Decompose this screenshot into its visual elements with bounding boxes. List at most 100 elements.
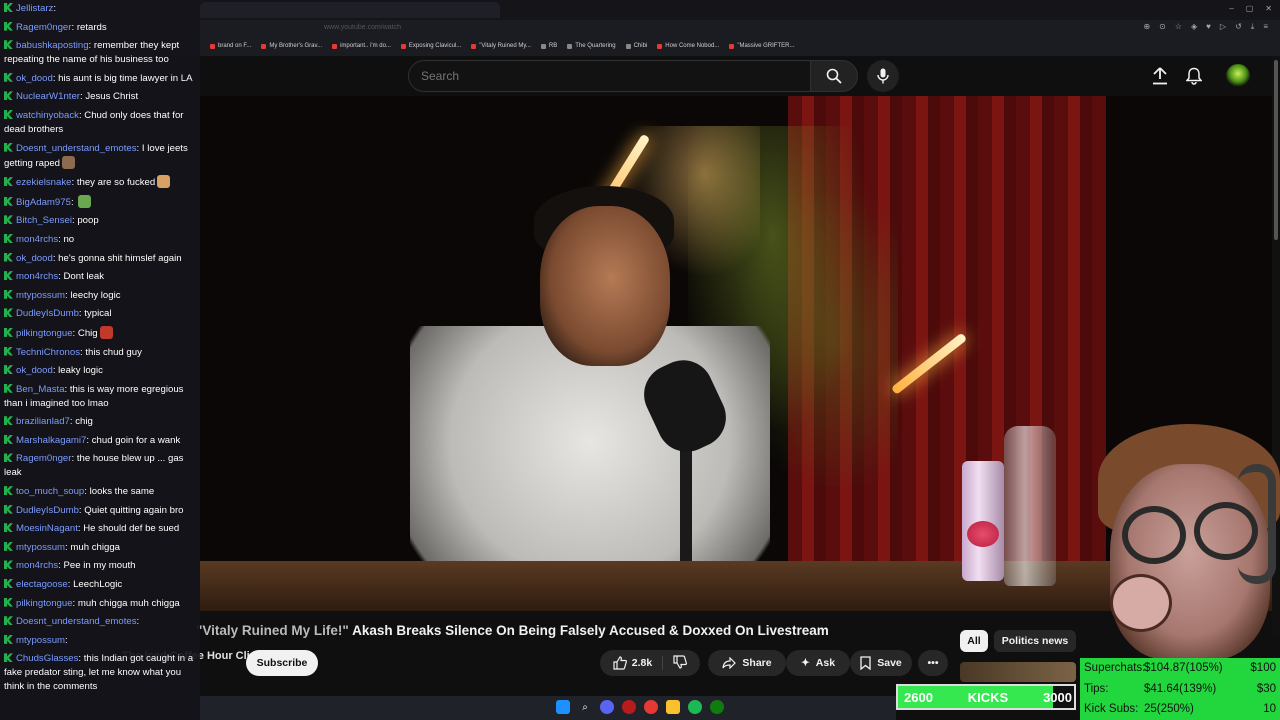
chat-message: ChudsGlasses: this Indian got caught in … (4, 652, 196, 694)
chat-username[interactable]: Ben_Masta (16, 384, 65, 395)
browser-icon[interactable] (644, 700, 658, 714)
chat-username[interactable]: electagoose (16, 579, 68, 590)
obs-icon[interactable] (622, 700, 636, 714)
voice-search-button[interactable] (867, 60, 899, 92)
chat-username[interactable]: pilkingtongue (16, 598, 73, 609)
spotify-icon[interactable] (688, 700, 702, 714)
subscribe-button[interactable]: Subscribe (246, 650, 318, 676)
zoom-icon[interactable]: ⊕ (1143, 22, 1150, 32)
xbox-icon[interactable] (710, 700, 724, 714)
chat-username[interactable]: mon4rchs (16, 234, 58, 245)
recommended-video-thumbnail[interactable] (960, 662, 1076, 682)
bookmark-item[interactable]: Exposing Clavicul... (391, 40, 461, 52)
chat-username[interactable]: mon4rchs (16, 560, 58, 571)
browser-tab[interactable] (200, 2, 500, 18)
bookmark-item[interactable]: "Massive GRIFTER... (719, 40, 794, 52)
windows-taskbar: ⌕ (200, 696, 896, 720)
bookmark-star-icon[interactable]: ☆ (1175, 22, 1182, 32)
chat-message: DudleyIsDumb: Quiet quitting again bro (4, 504, 196, 518)
chat-username[interactable]: NuclearW1nter (16, 91, 80, 102)
chat-username[interactable]: ok_dood (16, 365, 53, 376)
bookmark-item[interactable]: Chibi (616, 40, 647, 52)
save-button[interactable]: Save (850, 650, 912, 676)
sparkle-icon: ✦ (800, 657, 810, 669)
chat-username[interactable]: Ragem0nger (16, 22, 71, 33)
bookmark-item[interactable]: My Brother's Grav... (251, 40, 322, 52)
chat-text: Pee in my mouth (63, 560, 136, 572)
maximize-icon[interactable]: ▢ (1246, 4, 1254, 13)
create-button[interactable] (1148, 64, 1172, 88)
bookmark-item[interactable]: How Come Nobod... (647, 40, 719, 52)
chat-username[interactable]: babushkaposting (16, 40, 89, 51)
bookmark-item[interactable]: RB (531, 40, 557, 52)
address-bar[interactable]: www.youtube.com/watch (200, 20, 1280, 38)
extension-icon[interactable]: ⊙ (1159, 22, 1166, 32)
bookmark-item[interactable]: "Vitaly Ruined My... (461, 40, 531, 52)
kick-badge-icon (4, 523, 13, 533)
chat-username[interactable]: Doesnt_understand_emotes (16, 616, 137, 627)
chip-all[interactable]: All (960, 630, 988, 652)
chat-text: looks the same (89, 486, 155, 498)
search-input[interactable] (421, 69, 801, 83)
kick-badge-icon (4, 327, 13, 337)
chat-username[interactable]: Doesnt_understand_emotes (16, 143, 137, 154)
dislike-button[interactable] (669, 654, 688, 672)
chat-username[interactable]: ChudsGlasses (16, 653, 78, 664)
shield-icon[interactable]: ◈ (1191, 22, 1197, 32)
chat-username[interactable]: MoesinNagant (16, 523, 78, 534)
chat-message: mtypossum: leechy logic (4, 289, 196, 303)
scrollbar-thumb[interactable] (1274, 60, 1278, 240)
menu-icon[interactable]: ≡ (1263, 22, 1268, 32)
notifications-button[interactable] (1182, 64, 1206, 88)
minimize-icon[interactable]: – (1229, 4, 1233, 13)
chat-username[interactable]: ok_dood (16, 253, 53, 264)
bookmark-label: The Quartering (575, 43, 616, 49)
account-avatar[interactable] (1226, 64, 1250, 88)
chat-username[interactable]: mtypossum (16, 542, 65, 553)
discord-icon[interactable] (600, 700, 614, 714)
chat-username[interactable]: pilkingtongue (16, 328, 73, 339)
share-label: Share (742, 657, 772, 669)
ask-button[interactable]: ✦ Ask (786, 650, 850, 676)
chat-username[interactable]: DudleyIsDumb (16, 505, 79, 516)
search-box[interactable] (408, 60, 811, 92)
close-icon[interactable]: ✕ (1265, 4, 1272, 13)
download-icon[interactable]: ⤓ (1251, 22, 1255, 32)
play-icon[interactable]: ▷ (1220, 22, 1226, 32)
chat-username[interactable]: too_much_soup (16, 486, 84, 497)
chip-politics-news[interactable]: Politics news (994, 630, 1076, 652)
chat-username[interactable]: Ragem0nger (16, 453, 71, 464)
bookmark-item[interactable]: important.. i'm do... (322, 40, 391, 52)
folder-icon[interactable] (666, 700, 680, 714)
chat-username[interactable]: mon4rchs (16, 271, 58, 282)
kick-badge-icon (4, 252, 13, 262)
overlay-quote: "Vitaly Ruined My Life!" (196, 623, 349, 638)
chat-message: MoesinNagant: He should def be sued (4, 522, 196, 536)
chat-username[interactable]: mtypossum (16, 290, 65, 301)
chat-username[interactable]: watchinyoback (16, 110, 79, 121)
history-icon[interactable]: ↺ (1235, 22, 1242, 32)
kick-badge-icon (4, 383, 13, 393)
chat-username[interactable]: brazilianlad7 (16, 416, 70, 427)
kick-badge-icon (4, 215, 13, 225)
share-button[interactable]: Share (708, 650, 786, 676)
chat-username[interactable]: BigAdam975 (16, 197, 71, 208)
bookmark-item[interactable]: The Quartering (557, 40, 616, 52)
chat-username[interactable]: ok_dood (16, 73, 53, 84)
more-actions-button[interactable]: ••• (918, 650, 948, 676)
search-button[interactable] (810, 60, 858, 92)
chat-username[interactable]: TechniChronos (16, 347, 80, 358)
chat-username[interactable]: ezekielsnake (16, 177, 71, 188)
bookmark-item[interactable]: brand on F... (200, 40, 251, 52)
url-text: www.youtube.com/watch (324, 24, 402, 31)
heart-icon[interactable]: ♥ (1206, 22, 1211, 32)
chat-username[interactable]: Marshalkagami7 (16, 435, 86, 446)
chat-username[interactable]: mtypossum (16, 635, 65, 646)
chat-username[interactable]: DudleyIsDumb (16, 308, 79, 319)
taskbar-search-icon[interactable]: ⌕ (578, 700, 592, 714)
windows-start-icon[interactable] (556, 700, 570, 714)
chat-username[interactable]: Bitch_Sensei (16, 215, 72, 226)
chat-username[interactable]: Jellistarz (16, 3, 53, 14)
chat-text: this chud guy (85, 346, 142, 358)
like-button[interactable]: 2.8k (613, 656, 664, 670)
